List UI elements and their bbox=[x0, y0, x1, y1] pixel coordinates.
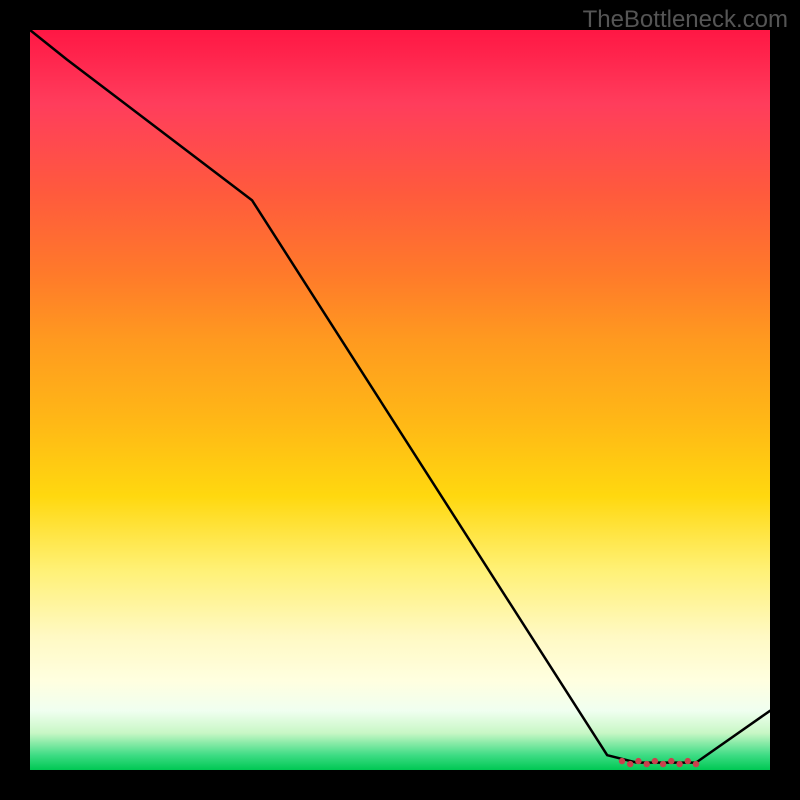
watermark-text: TheBottleneck.com bbox=[583, 6, 788, 34]
chart-overlay-svg bbox=[30, 30, 770, 770]
chart-plot-area bbox=[30, 30, 770, 770]
series-line bbox=[30, 30, 770, 763]
